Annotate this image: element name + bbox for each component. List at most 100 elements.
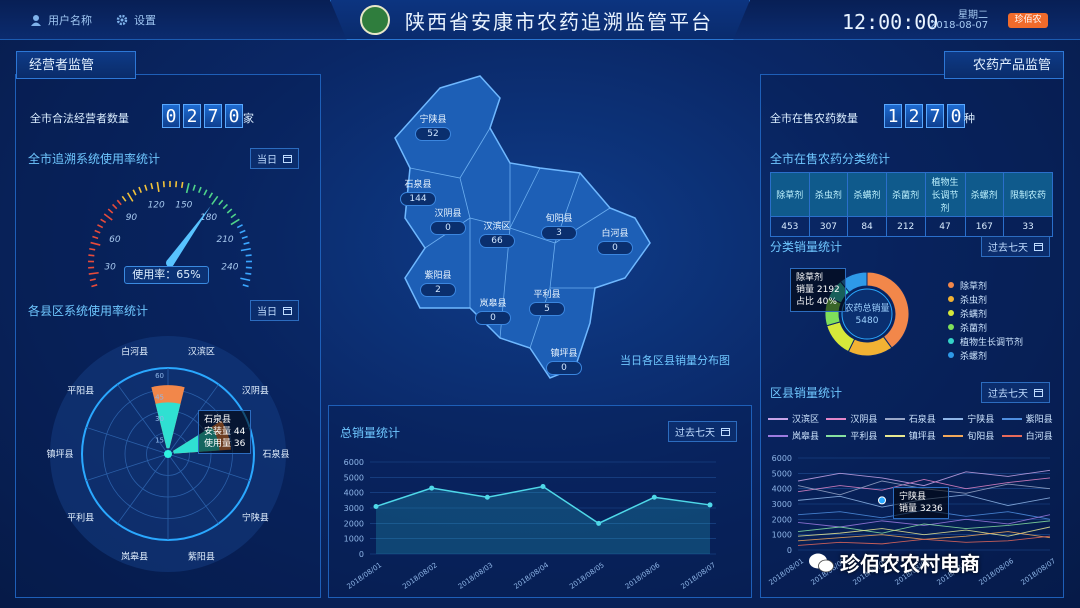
county-value: 2: [420, 283, 456, 297]
y-tick-label: 2000: [344, 519, 364, 528]
gauge-tick: [230, 218, 240, 226]
polar-tooltip: 石泉县 安装量 44 使用量 36: [198, 410, 252, 454]
line-legend-item[interactable]: 旬阳县: [943, 429, 1001, 442]
district-date-label: 当日: [257, 307, 277, 318]
gauge-tick: [89, 247, 96, 251]
district-tooltip-sales: 销量 3236: [899, 504, 943, 514]
map-county-zhenping[interactable]: 镇坪县 0: [546, 346, 582, 375]
gauge-tick-label: 150: [175, 201, 192, 211]
map-county-ziyang[interactable]: 紫阳县 2: [420, 268, 456, 297]
polar-category-label: 岚皋县: [121, 551, 148, 563]
calendar-icon: [283, 155, 292, 163]
line-legend-item[interactable]: 汉阴县: [826, 412, 884, 425]
line-legend-item[interactable]: 汉滨区: [768, 412, 826, 425]
data-point[interactable]: [540, 484, 546, 490]
sales-date-label: 过去七天: [988, 243, 1028, 254]
usage-rate-badge: 使用率：65%: [124, 266, 209, 284]
x-tick-label: 2018/08/06: [977, 557, 1015, 587]
gauge-needle: [166, 206, 211, 266]
legend-swatch: [768, 417, 788, 420]
map-county-pingli[interactable]: 平利县 5: [529, 287, 565, 316]
data-point[interactable]: [484, 494, 490, 500]
legend-item[interactable]: 杀虫剂: [948, 292, 1023, 306]
polar-category-label: 白河县: [121, 345, 148, 357]
data-point[interactable]: [596, 520, 602, 526]
gauge-tick: [121, 195, 127, 202]
county-name: 镇坪县: [550, 349, 578, 359]
gauge-tick: [132, 189, 137, 196]
legend-label: 白河县: [1025, 432, 1053, 442]
line-legend-item[interactable]: 平利县: [826, 429, 884, 442]
district-line-legend: 汉滨区 汉阴县 石泉县 宁陕县 紫阳县岚皋县 平利县 镇坪县 旬阳县 白河县: [768, 412, 1060, 442]
district-tooltip: 宁陕县 销量 3236: [893, 487, 949, 519]
platform-logo: [360, 5, 390, 35]
series-line: [797, 469, 1051, 487]
gauge-tick: [180, 181, 184, 189]
gauge-tick: [97, 224, 104, 229]
user-menu[interactable]: 用户名称: [30, 12, 92, 28]
line-legend-item[interactable]: 岚皋县: [768, 429, 826, 442]
date: 2018-08-07: [930, 20, 989, 31]
clock: 12:00:00: [842, 10, 939, 34]
y-tick-label: 4000: [772, 485, 792, 494]
calendar-icon: [1034, 243, 1043, 251]
line-legend-item[interactable]: 紫阳县: [1001, 412, 1060, 425]
gauge-tick-label: 30: [104, 262, 116, 272]
gauge-tick: [222, 203, 228, 210]
gauge-tick: [236, 224, 243, 229]
map-county-hanbin[interactable]: 汉滨区 66: [479, 219, 515, 248]
map-county-langao[interactable]: 岚皋县 0: [475, 296, 511, 325]
category-value: 47: [924, 216, 966, 237]
line-legend-item[interactable]: 白河县: [1001, 429, 1060, 442]
donut-tooltip-name: 除草剂: [796, 273, 824, 283]
usage-date-button[interactable]: 当日: [250, 148, 299, 169]
map-caption: 当日各区县销量分布图: [620, 354, 730, 367]
user-label: 用户名称: [48, 14, 92, 27]
line-legend-item[interactable]: 镇坪县: [884, 429, 943, 442]
sales-title: 分类销量统计: [770, 240, 843, 254]
county-value: 66: [479, 234, 515, 248]
legend-swatch: [1001, 434, 1022, 437]
x-tick-label: 2018/08/01: [767, 557, 805, 587]
legend-item[interactable]: 杀螨剂: [948, 306, 1023, 320]
map-county-baihe[interactable]: 白河县 0: [597, 226, 633, 255]
map-county-hanyin[interactable]: 汉阴县 0: [430, 206, 466, 235]
district-date-button[interactable]: 当日: [250, 300, 299, 321]
legend-label: 汉滨区: [792, 415, 820, 425]
category-header: 限制农药: [1003, 172, 1053, 217]
legend-dot: [948, 310, 954, 316]
legend-swatch: [884, 434, 905, 437]
legend-item[interactable]: 杀螺剂: [948, 348, 1023, 362]
gauge-tick: [203, 189, 208, 196]
district-sales-date-button[interactable]: 过去七天: [981, 382, 1050, 403]
map-county-shiquan[interactable]: 石泉县 144: [400, 177, 436, 206]
gauge-tick: [192, 184, 196, 191]
gauge-tick: [126, 192, 134, 202]
map-county-ningshan[interactable]: 宁陕县 52: [415, 112, 451, 141]
legend-item[interactable]: 除草剂: [948, 278, 1023, 292]
highlight-point[interactable]: [878, 496, 886, 505]
data-point[interactable]: [651, 494, 657, 500]
map-county-xunyang[interactable]: 旬阳县 3: [541, 211, 577, 240]
legend-item[interactable]: 杀菌剂: [948, 320, 1023, 334]
gauge-tick: [112, 203, 118, 210]
watermark-text: 珍佰农农村电商: [840, 552, 980, 576]
polar-category-label: 镇坪县: [46, 448, 73, 460]
category-value: 33: [1003, 216, 1053, 237]
y-tick-label: 6000: [344, 458, 364, 467]
polar-radial-label: 30: [155, 415, 164, 423]
data-point[interactable]: [429, 485, 435, 491]
polar-category-label: 汉阴县: [242, 386, 269, 397]
line-legend-item[interactable]: 宁陕县: [943, 412, 1001, 425]
total-date-button[interactable]: 过去七天: [668, 421, 737, 442]
gauge-tick: [208, 192, 214, 199]
settings-button[interactable]: 设置: [116, 12, 156, 28]
gauge-tick: [198, 186, 202, 193]
data-point[interactable]: [707, 502, 713, 508]
donut-tooltip: 除草剂 销量 2192 占比 40%: [790, 268, 846, 312]
sales-date-button[interactable]: 过去七天: [981, 236, 1050, 257]
line-legend-item[interactable]: 石泉县: [884, 412, 943, 425]
data-point[interactable]: [373, 503, 379, 509]
polar-tooltip-use: 使用量 36: [204, 439, 246, 449]
legend-item[interactable]: 植物生长调节剂: [948, 334, 1023, 348]
